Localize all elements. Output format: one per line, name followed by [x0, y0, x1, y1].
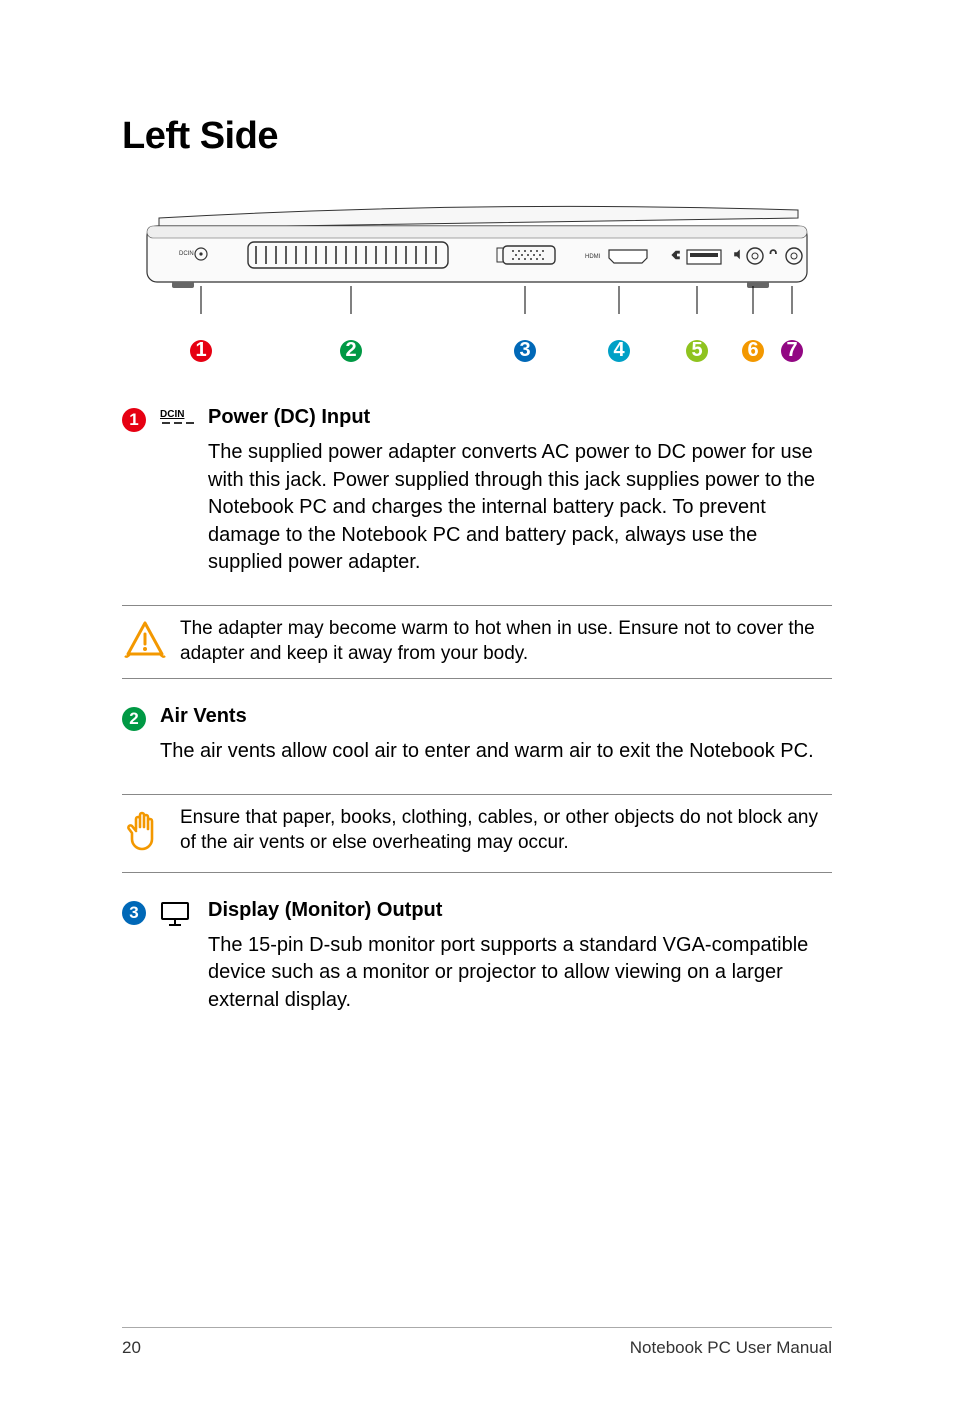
warning-note-text: The adapter may become warm to hot when … [180, 616, 832, 666]
svg-text:DCIN: DCIN [179, 251, 194, 257]
callout-6: 6 [742, 340, 764, 362]
callout-2: 2 [340, 340, 362, 362]
important-note-text: Ensure that paper, books, clothing, cabl… [180, 805, 832, 860]
section-2-title: Air Vents [160, 705, 832, 728]
callout-1: 1 [190, 340, 212, 362]
callout-5: 5 [686, 340, 708, 362]
svg-text:HDMI: HDMI [585, 254, 601, 260]
callout-7: 7 [781, 340, 803, 362]
section-1-body: The supplied power adapter converts AC p… [208, 439, 832, 577]
laptop-side-diagram: DCIN [137, 196, 817, 356]
callout-4: 4 [608, 340, 630, 362]
page-footer: 20 Notebook PC User Manual [122, 1327, 832, 1358]
section-2-body: The air vents allow cool air to enter an… [160, 738, 832, 766]
svg-text:DCIN: DCIN [160, 409, 184, 420]
monitor-icon [160, 901, 190, 932]
warning-icon [122, 616, 180, 666]
important-note-vents: Ensure that paper, books, clothing, cabl… [122, 794, 832, 873]
section-3-body: The 15-pin D-sub monitor port supports a… [208, 932, 832, 1015]
callout-numbers: 1 2 3 4 5 6 7 [137, 326, 817, 356]
section-num-2: 2 [122, 707, 146, 731]
section-power-input: 1 DCIN Power (DC) Input The supplied pow… [122, 406, 832, 591]
section-num-3: 3 [122, 901, 146, 925]
page-title: Left Side [122, 115, 832, 158]
footer-title: Notebook PC User Manual [630, 1338, 832, 1358]
page-number: 20 [122, 1338, 141, 1358]
hand-icon [122, 805, 180, 860]
section-3-title: Display (Monitor) Output [208, 899, 832, 922]
callout-3: 3 [514, 340, 536, 362]
dcin-icon: DCIN [160, 408, 198, 435]
section-air-vents: 2 Air Vents The air vents allow cool air… [122, 705, 832, 780]
warning-note-adapter: The adapter may become warm to hot when … [122, 605, 832, 679]
section-1-title: Power (DC) Input [208, 406, 832, 429]
section-display-output: 3 Display (Monitor) Output The 15-pin D-… [122, 899, 832, 1029]
section-num-1: 1 [122, 408, 146, 432]
